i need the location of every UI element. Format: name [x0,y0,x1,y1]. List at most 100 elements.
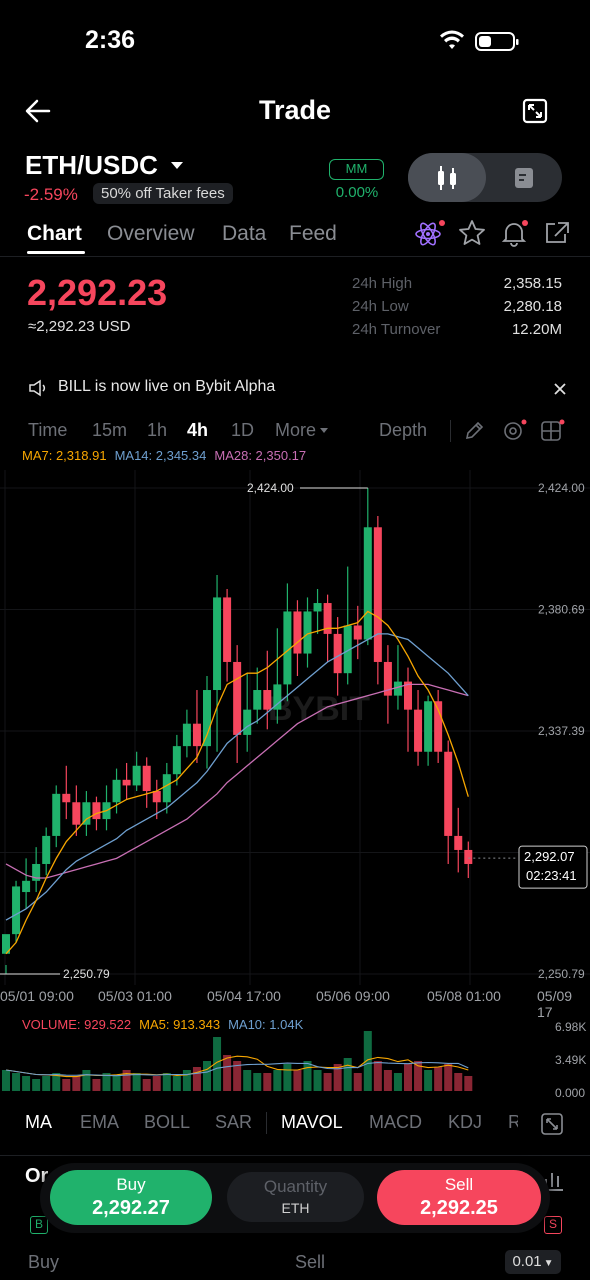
announcement-text[interactable]: BILL is now live on Bybit Alpha [58,378,275,396]
y-axis-label: 2,380.69 [538,603,585,617]
candlestick-chart[interactable]: BYBIT 2,424.00 2,380.69 2,337.39 2,250.79 2… [0,470,590,990]
pair-name: ETH/USDC [25,150,158,180]
candle [223,597,232,662]
buy-price: 2,292.27 [92,1197,170,1219]
candle [192,723,201,747]
candle [444,751,453,836]
y-axis-label: 2,250.79 [538,967,585,981]
interval-more[interactable]: More [275,420,331,441]
volume-bar [434,1067,443,1091]
candle [162,774,171,803]
volume-bar [303,1061,312,1091]
bell-icon[interactable] [500,219,530,247]
ma-legend: MA7: 2,318.91 MA14: 2,345.34 MA28: 2,350… [22,448,306,463]
pair-change: -2.59% [24,185,78,204]
battery-icon [475,32,519,51]
indicator-more[interactable]: R [508,1112,518,1133]
close-icon[interactable] [553,382,567,396]
volume-bar [383,1070,392,1091]
stat-value-high: 2,358.15 [503,275,562,292]
usd-price: ≈2,292.23 USD [28,318,131,335]
x-axis-label: 05/04 17:00 [207,988,281,1004]
candle [243,709,252,735]
volume-bar [92,1079,101,1091]
grid-layout-icon[interactable] [540,418,566,444]
tab-data[interactable]: Data [222,222,266,246]
indicator-ema[interactable]: EMA [80,1112,119,1133]
buy-button[interactable]: Buy 2,292.27 [50,1170,212,1225]
interval-15m[interactable]: 15m [92,420,127,441]
chart-view-button[interactable] [408,153,486,202]
interval-time[interactable]: Time [28,420,67,441]
settings-target-icon[interactable] [502,418,528,444]
expand-icon[interactable] [522,98,548,124]
indicator-kdj[interactable]: KDJ [448,1112,482,1133]
candle [62,793,71,803]
candle [353,625,362,640]
sell-label: Sell [444,1175,474,1194]
share-icon[interactable] [543,220,571,246]
quantity-unit: ETH [281,1200,310,1216]
tab-chart[interactable]: Chart [27,222,82,246]
atom-icon[interactable] [414,219,446,249]
stat-label-low: 24h Low [352,298,409,315]
tab-feed[interactable]: Feed [289,222,337,246]
volume-bar [112,1076,121,1091]
mm-badge[interactable]: MM [329,159,384,180]
interval-1h[interactable]: 1h [147,420,167,441]
sell-side-badge: S [544,1216,562,1234]
status-icons [440,30,519,51]
volume-bar [42,1076,51,1091]
orderbook-view-button[interactable] [485,153,562,202]
x-axis-label: 05/03 01:00 [98,988,172,1004]
volume-bar [22,1076,31,1091]
volume-bar [313,1070,322,1091]
depth-tab[interactable]: Depth [379,420,427,441]
candle [213,597,222,691]
indicator-mavol[interactable]: MAVOL [281,1112,343,1133]
ma28-legend: MA28: 2,350.17 [214,448,307,463]
volume-bar [82,1070,91,1091]
volume-bar [223,1055,232,1091]
pencil-icon[interactable] [463,420,485,442]
candle [182,723,191,747]
interval-1d[interactable]: 1D [231,420,254,441]
volume-bar [293,1070,302,1091]
candle [414,709,423,752]
stat-label-high: 24h High [352,275,413,292]
volume-bar [464,1076,473,1091]
indicator-boll[interactable]: BOLL [144,1112,190,1133]
pair-selector[interactable]: ETH/USDC [25,150,188,181]
current-price-label: 2,292.07 [524,849,575,864]
quantity-button[interactable]: Quantity ETH [227,1172,364,1222]
tab-overview[interactable]: Overview [107,222,195,246]
tick-size-select[interactable]: 0.01 ▼ [505,1250,561,1274]
candle [132,765,141,786]
sell-button[interactable]: Sell 2,292.25 [377,1170,541,1225]
caret-down-icon [170,161,183,169]
y-axis-label: 2,424.00 [538,481,585,495]
document-icon [514,167,533,188]
star-icon[interactable] [458,219,486,247]
candle [263,690,272,710]
tick-size-value: 0.01 [512,1253,542,1270]
fee-badge[interactable]: 50% off Taker fees [93,183,233,204]
volume-bar [343,1058,352,1091]
indicator-settings-icon[interactable] [540,1112,564,1136]
volume-bar [444,1064,453,1091]
interval-more-label: More [275,420,317,440]
divider [450,420,451,442]
sell-price: 2,292.25 [420,1197,498,1219]
volume-bar [273,1070,282,1091]
indicator-ma[interactable]: MA [25,1112,52,1133]
candle [203,690,211,747]
volume-bar [142,1079,151,1091]
status-time: 2:36 [85,26,136,54]
tab-underline [27,251,85,254]
indicator-macd[interactable]: MACD [369,1112,422,1133]
speaker-icon [29,379,46,397]
indicator-sar[interactable]: SAR [215,1112,252,1133]
volume-bar [323,1073,332,1091]
interval-4h[interactable]: 4h [187,420,208,441]
divider [0,256,590,257]
